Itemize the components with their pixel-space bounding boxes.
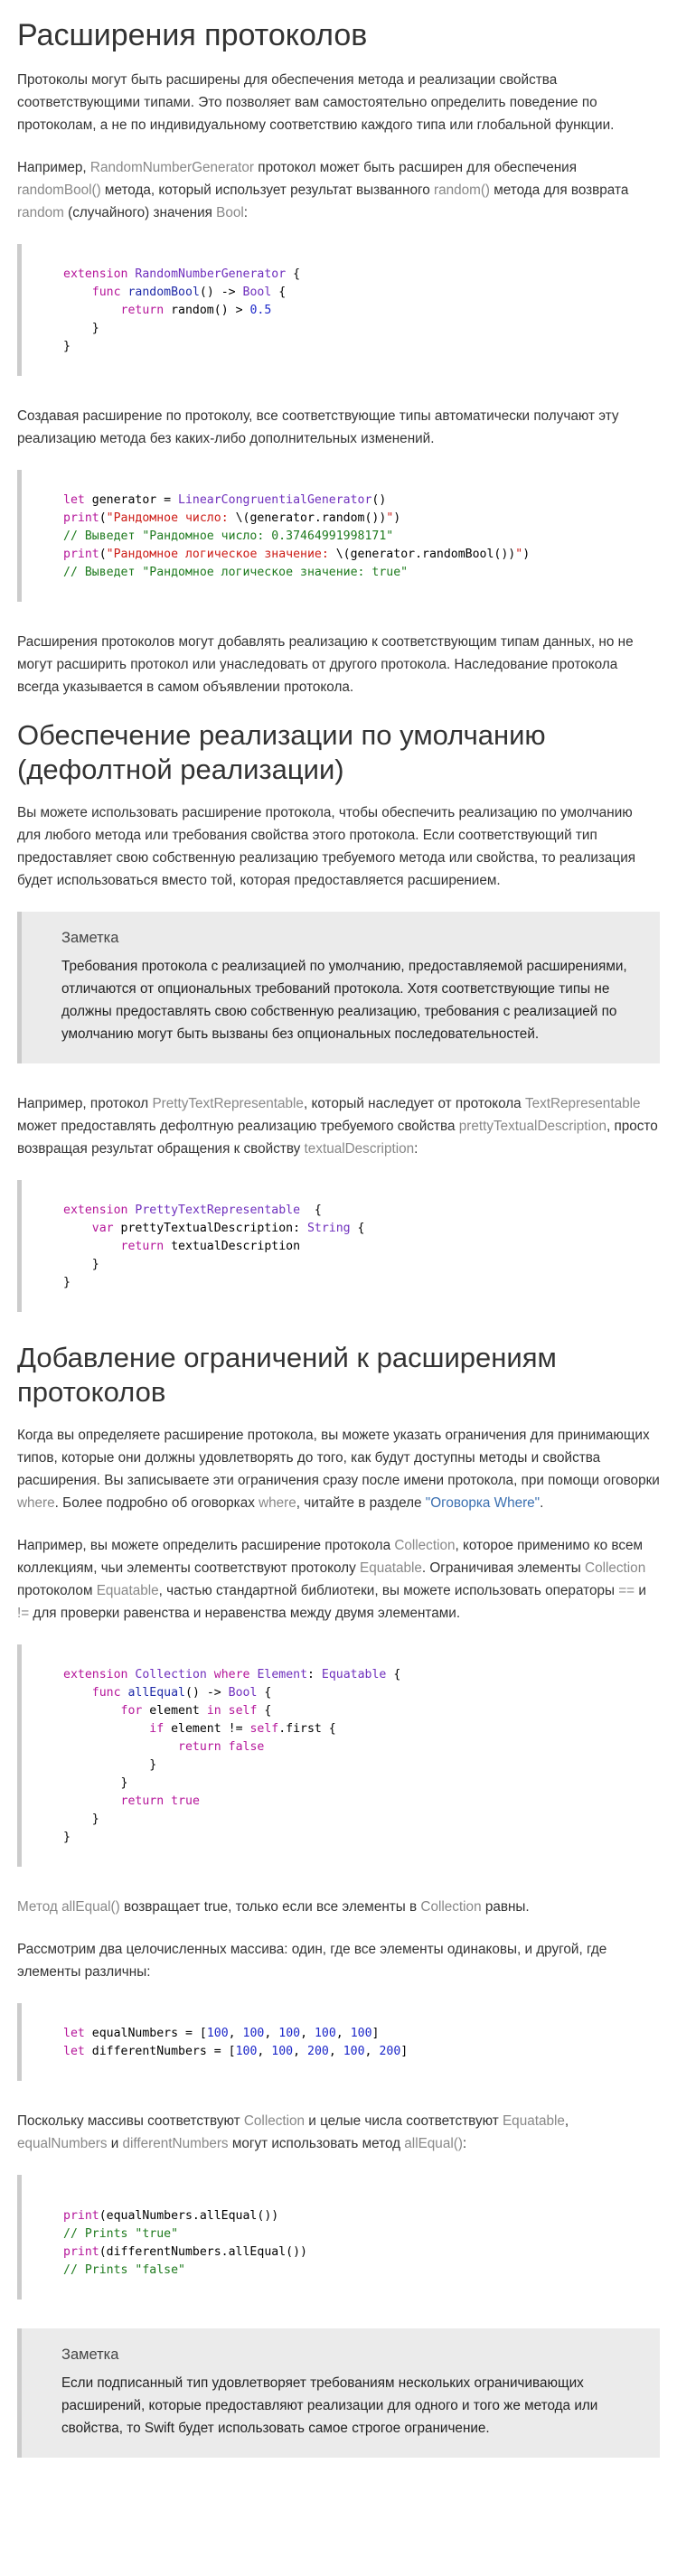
note-body: Требования протокола с реализацией по ум… <box>61 959 627 1042</box>
inline-code: Collection <box>243 2113 306 2129</box>
paragraph: Например, RandomNumberGenerator протокол… <box>17 160 629 220</box>
inline-code: Collection <box>420 1899 482 1915</box>
inline-code: differentNumbers <box>122 2136 229 2151</box>
paragraph: Вы можете использовать расширение проток… <box>17 805 636 888</box>
inline-code: allEqual() <box>404 2136 463 2151</box>
note-title: Заметка <box>61 930 119 946</box>
section-title-default-implementations: Обеспечение реализации по умолчанию (деф… <box>17 719 546 785</box>
inline-code: == <box>618 1583 635 1598</box>
code-block: let equalNumbers = [100, 100, 100, 100, … <box>17 2003 660 2081</box>
section-title-adding-constraints: Добавление ограничений к расширениям про… <box>17 1342 557 1408</box>
inline-code: Collection <box>394 1538 456 1553</box>
inline-code: PrettyTextRepresentable <box>152 1096 304 1111</box>
paragraph: Метод allEqual() возвращает true, только… <box>17 1899 530 1915</box>
inline-code: where <box>259 1495 296 1511</box>
code-block: let generator = LinearCongruentialGenera… <box>17 470 660 602</box>
paragraph: Протоколы могут быть расширены для обесп… <box>17 72 615 133</box>
inline-code: Bool <box>216 205 244 220</box>
inline-code: Equatable <box>502 2113 565 2129</box>
section-title-protocol-extensions: Расширения протоколов <box>17 18 368 52</box>
note-body: Если подписанный тип удовлетворяет требо… <box>61 2375 598 2436</box>
inline-code: Equatable <box>360 1560 422 1576</box>
paragraph: Создавая расширение по протоколу, все со… <box>17 408 619 446</box>
inline-code: Equatable <box>96 1583 159 1598</box>
inline-code: textualDescription <box>304 1141 415 1157</box>
inline-code: prettyTextualDescription <box>458 1119 606 1134</box>
paragraph: Расширения протоколов могут добавлять ре… <box>17 634 634 695</box>
paragraph: Когда вы определяете расширение протокол… <box>17 1428 660 1511</box>
paragraph: Например, вы можете определить расширени… <box>17 1538 646 1621</box>
paragraph: Поскольку массивы соответствуют Collecti… <box>17 2113 569 2151</box>
code-block: extension RandomNumberGenerator { func r… <box>17 244 660 376</box>
inline-code: TextRepresentable <box>524 1096 641 1111</box>
paragraph: Рассмотрим два целочисленных массива: од… <box>17 1942 607 1980</box>
inline-code: random <box>17 205 64 220</box>
inline-code: RandomNumberGenerator <box>89 160 255 175</box>
where-clause-link[interactable]: "Оговорка Where" <box>426 1495 540 1511</box>
note-box: Заметка Требования протокола с реализаци… <box>17 912 660 1063</box>
paragraph: Например, протокол PrettyTextRepresentab… <box>17 1096 658 1157</box>
article: Расширения протоколов Протоколы могут бы… <box>0 0 677 2458</box>
inline-code: randomBool() <box>17 183 101 198</box>
inline-code: random() <box>433 183 491 198</box>
code-block: extension PrettyTextRepresentable { var … <box>17 1180 660 1312</box>
code-block: extension Collection where Element: Equa… <box>17 1644 660 1867</box>
inline-code: allEqual() <box>61 1899 120 1915</box>
inline-code: Collection <box>585 1560 646 1576</box>
note-box: Заметка Если подписанный тип удовлетворя… <box>17 2328 660 2458</box>
inline-code: != <box>17 1606 30 1621</box>
note-title: Заметка <box>61 2347 119 2363</box>
inline-code: equalNumbers <box>17 2136 108 2151</box>
code-block: print(equalNumbers.allEqual()) // Prints… <box>17 2175 660 2300</box>
inline-code: where <box>17 1495 55 1511</box>
